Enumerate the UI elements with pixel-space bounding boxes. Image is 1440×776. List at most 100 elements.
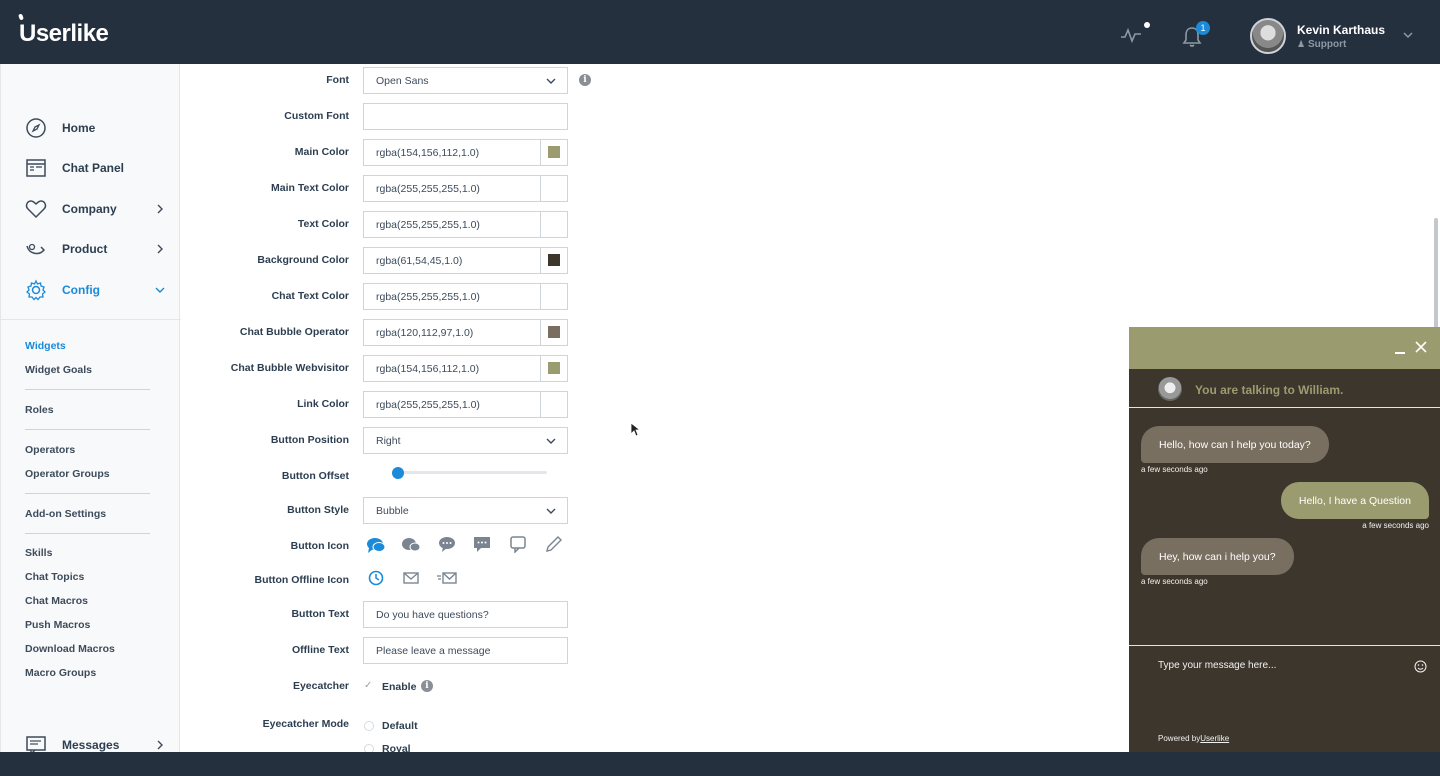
bell-icon[interactable]: 1 [1182, 21, 1210, 48]
text-color-picker[interactable] [540, 212, 567, 237]
emoji-icon[interactable] [1414, 660, 1427, 673]
sub-item-operators[interactable]: Operators [25, 444, 75, 456]
button-text-input[interactable]: Do you have questions? [363, 601, 568, 628]
nav-label-product: Product [62, 242, 108, 256]
background-color-picker[interactable] [540, 248, 567, 273]
text-color-value: rgba(255,255,255,1.0) [376, 218, 480, 231]
user-menu-chevron-icon[interactable] [1402, 29, 1414, 41]
sub-divider [25, 389, 150, 390]
top-bar: Userlike 1 Kevin Karthaus ♟ Support [0, 0, 1440, 64]
chat-text-color-label: Chat Text Color [271, 290, 349, 302]
color-swatch [548, 146, 560, 158]
operator-avatar [1158, 377, 1182, 401]
clock-icon[interactable] [366, 569, 386, 587]
button-icon-label: Button Icon [290, 540, 349, 552]
button-offset-slider[interactable] [392, 466, 547, 479]
button-style-label: Button Style [287, 504, 349, 516]
chevron-down-icon [546, 78, 556, 84]
chat-bubble-operator-input[interactable]: rgba(120,112,97,1.0) [363, 319, 568, 346]
main-color-label: Main Color [294, 146, 349, 158]
activity-dot [1144, 22, 1150, 28]
offline-text-input[interactable]: Please leave a message [363, 637, 568, 664]
eyecatcher-mode-default-radio[interactable] [364, 721, 374, 731]
user-avatar[interactable] [1250, 18, 1286, 54]
color-swatch [548, 254, 560, 266]
sub-item-operator-groups[interactable]: Operator Groups [25, 468, 110, 480]
link-color-picker[interactable] [540, 392, 567, 417]
message-timestamp: a few seconds ago [1362, 521, 1429, 530]
sub-item-chat-topics[interactable]: Chat Topics [25, 571, 84, 583]
chat-bubbles-alt-icon[interactable] [401, 536, 421, 554]
activity-icon[interactable] [1120, 22, 1150, 44]
button-text-label: Button Text [291, 608, 349, 620]
sub-item-add-on-settings[interactable]: Add-on Settings [25, 508, 106, 520]
sub-divider [25, 429, 150, 430]
sub-item-download-macros[interactable]: Download Macros [25, 643, 115, 655]
chat-bubble-webvisitor-value: rgba(154,156,112,1.0) [376, 362, 480, 375]
link-color-input[interactable]: rgba(255,255,255,1.0) [363, 391, 568, 418]
operator-status-text: You are talking to William. [1195, 383, 1344, 397]
main-color-input[interactable]: rgba(154,156,112,1.0) [363, 139, 568, 166]
chat-widget-preview: You are talking to William. Hello, how c… [1129, 327, 1440, 752]
font-select[interactable]: Open Sans [363, 67, 568, 94]
sub-item-skills[interactable]: Skills [25, 547, 52, 559]
sub-item-macro-groups[interactable]: Macro Groups [25, 667, 96, 679]
background-color-input[interactable]: rgba(61,54,45,1.0) [363, 247, 568, 274]
chat-bubble-webvisitor-input[interactable]: rgba(154,156,112,1.0) [363, 355, 568, 382]
comment-outline-icon[interactable] [508, 535, 528, 553]
user-name[interactable]: Kevin Karthaus [1297, 23, 1385, 37]
background-color-value: rgba(61,54,45,1.0) [376, 254, 463, 267]
sub-item-widget-goals[interactable]: Widget Goals [25, 364, 92, 376]
chat-header [1129, 327, 1440, 369]
color-swatch [548, 398, 560, 410]
info-icon[interactable]: i [421, 680, 433, 692]
main-text-color-picker[interactable] [540, 176, 567, 201]
speech-dots-icon[interactable] [437, 535, 457, 553]
pencil-icon[interactable] [544, 535, 564, 553]
button-style-select[interactable]: Bubble [363, 497, 568, 524]
sub-item-roles[interactable]: Roles [25, 404, 54, 416]
chat-text-color-picker[interactable] [540, 284, 567, 309]
message-timestamp: a few seconds ago [1141, 465, 1208, 474]
chat-bubble-webvisitor-picker[interactable] [540, 356, 567, 381]
chat-text-color-value: rgba(255,255,255,1.0) [376, 290, 480, 303]
button-position-select[interactable]: Right [363, 427, 568, 454]
comment-square-icon[interactable] [472, 535, 492, 553]
custom-font-input[interactable] [363, 103, 568, 130]
envelope-icon[interactable] [401, 569, 421, 587]
chevron-down-icon [546, 438, 556, 444]
main-color-picker[interactable] [540, 140, 567, 165]
sub-item-widgets[interactable]: Widgets [25, 340, 66, 352]
mouse-cursor-icon [631, 423, 641, 437]
eyecatcher-mode-default-label: Default [382, 720, 418, 732]
background-color-label: Background Color [257, 254, 349, 266]
user-role-label: Support [1308, 39, 1347, 50]
button-style-value: Bubble [376, 504, 409, 517]
eyecatcher-mode-royal-label: Royal [382, 743, 411, 752]
chat-text-color-input[interactable]: rgba(255,255,255,1.0) [363, 283, 568, 310]
userlike-logo[interactable]: Userlike [18, 13, 109, 48]
gear-icon [26, 279, 46, 301]
chat-panel-icon [26, 159, 46, 177]
close-icon[interactable] [1415, 341, 1427, 353]
sub-item-push-macros[interactable]: Push Macros [25, 619, 90, 631]
chat-operator-bar: You are talking to William. [1129, 369, 1440, 408]
main-text-color-input[interactable]: rgba(255,255,255,1.0) [363, 175, 568, 202]
chevron-down-icon [546, 508, 556, 514]
slider-thumb[interactable] [392, 466, 404, 479]
logo-text: Userlike [19, 20, 109, 47]
button-offline-icon-label: Button Offline Icon [254, 574, 350, 586]
main-text-color-label: Main Text Color [271, 182, 349, 194]
sub-item-chat-macros[interactable]: Chat Macros [25, 595, 88, 607]
envelope-send-icon[interactable] [437, 569, 457, 587]
text-color-input[interactable]: rgba(255,255,255,1.0) [363, 211, 568, 238]
eyecatcher-checkbox[interactable]: ✓ [364, 681, 374, 691]
chat-bubble-operator-value: rgba(120,112,97,1.0) [376, 326, 474, 339]
info-icon[interactable]: i [579, 74, 591, 86]
powered-by-link[interactable]: Userlike [1200, 734, 1229, 743]
chat-bubble-operator-picker[interactable] [540, 320, 567, 345]
chat-input-divider [1129, 645, 1440, 646]
chat-message-input[interactable]: Type your message here... [1158, 660, 1276, 671]
chat-bubbles-icon[interactable] [366, 536, 386, 554]
minimize-icon[interactable] [1395, 352, 1405, 354]
